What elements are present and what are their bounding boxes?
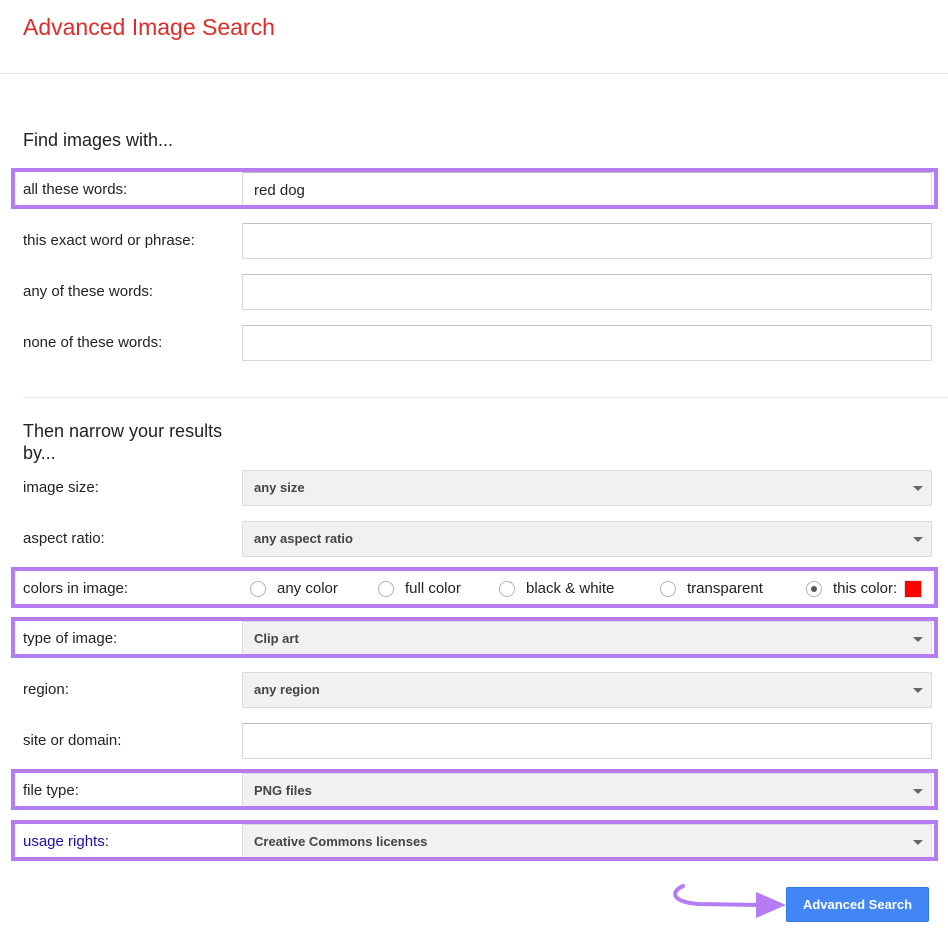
image-size-row: image size: any size — [0, 470, 948, 506]
site-domain-row: site or domain: — [0, 723, 948, 759]
image-size-value: any size — [254, 480, 305, 495]
chevron-down-icon — [913, 688, 923, 693]
radio-label: black & white — [526, 580, 615, 597]
all-words-label: all these words: — [23, 181, 128, 198]
type-of-image-label: type of image: — [23, 630, 118, 647]
radio-label: full color — [405, 580, 461, 597]
none-words-label: none of these words: — [23, 334, 163, 351]
site-domain-input[interactable] — [242, 723, 932, 759]
usage-rights-row: usage rights: Creative Commons licenses — [0, 824, 948, 860]
section-divider — [23, 397, 948, 398]
radio-checked-icon — [806, 581, 822, 597]
exact-phrase-row: this exact word or phrase: — [0, 223, 948, 259]
file-type-value: PNG files — [254, 783, 312, 798]
none-words-row: none of these words: — [0, 325, 948, 361]
header-divider — [0, 73, 948, 74]
any-words-input[interactable] — [242, 274, 932, 310]
chevron-down-icon — [913, 537, 923, 542]
any-words-row: any of these words: — [0, 274, 948, 310]
usage-rights-select[interactable]: Creative Commons licenses — [242, 824, 932, 860]
file-type-row: file type: PNG files — [0, 773, 948, 809]
aspect-ratio-value: any aspect ratio — [254, 531, 353, 546]
page-title: Advanced Image Search — [23, 14, 275, 40]
radio-circle-icon — [499, 581, 515, 597]
image-size-label: image size: — [23, 479, 99, 496]
type-of-image-select[interactable]: Clip art — [242, 621, 932, 657]
narrow-section-title: Then narrow your results by... — [23, 421, 223, 463]
region-select[interactable]: any region — [242, 672, 932, 708]
file-type-label: file type: — [23, 782, 79, 799]
all-words-row: all these words: — [0, 172, 948, 208]
usage-rights-link[interactable]: usage rights — [23, 833, 105, 850]
chevron-down-icon — [913, 840, 923, 845]
advanced-search-button[interactable]: Advanced Search — [786, 887, 929, 922]
curved-arrow-icon — [673, 884, 786, 918]
radio-circle-icon — [250, 581, 266, 597]
none-words-input[interactable] — [242, 325, 932, 361]
region-label: region: — [23, 681, 69, 698]
chevron-down-icon — [913, 486, 923, 491]
radio-circle-icon — [378, 581, 394, 597]
radio-label: transparent — [687, 580, 763, 597]
region-value: any region — [254, 682, 320, 697]
find-section-title: Find images with... — [23, 130, 174, 150]
aspect-ratio-label: aspect ratio: — [23, 530, 105, 547]
any-words-label: any of these words: — [23, 283, 154, 300]
exact-phrase-label: this exact word or phrase: — [23, 232, 195, 249]
all-words-input[interactable] — [242, 172, 932, 208]
radio-label: any color — [277, 580, 338, 597]
file-type-select[interactable]: PNG files — [242, 773, 932, 809]
radio-label: this color: — [833, 580, 898, 597]
usage-rights-label: usage rights: — [23, 824, 109, 860]
aspect-ratio-row: aspect ratio: any aspect ratio — [0, 521, 948, 557]
region-row: region: any region — [0, 672, 948, 708]
colors-row: colors in image: any color full color bl… — [0, 571, 948, 607]
type-of-image-value: Clip art — [254, 631, 299, 646]
chevron-down-icon — [913, 789, 923, 794]
site-domain-label: site or domain: — [23, 732, 122, 749]
exact-phrase-input[interactable] — [242, 223, 932, 259]
chevron-down-icon — [913, 637, 923, 642]
color-swatch[interactable] — [904, 580, 922, 598]
aspect-ratio-select[interactable]: any aspect ratio — [242, 521, 932, 557]
colors-label: colors in image: — [23, 580, 129, 597]
radio-circle-icon — [660, 581, 676, 597]
image-size-select[interactable]: any size — [242, 470, 932, 506]
type-of-image-row: type of image: Clip art — [0, 621, 948, 657]
usage-rights-value: Creative Commons licenses — [254, 834, 428, 849]
usage-rights-colon: : — [104, 833, 109, 850]
